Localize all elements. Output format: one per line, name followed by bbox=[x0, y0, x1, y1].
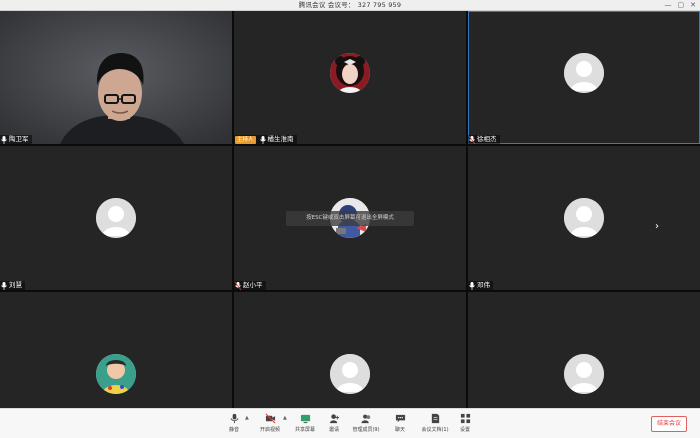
participant-namebar: 主持人 橘生淮南 bbox=[234, 135, 297, 144]
minimize-icon[interactable]: — bbox=[665, 1, 672, 9]
camera-off-icon bbox=[265, 413, 275, 424]
participant-tile[interactable] bbox=[468, 292, 700, 408]
mic-icon bbox=[259, 135, 266, 144]
participant-tile[interactable] bbox=[234, 292, 466, 408]
members-icon bbox=[360, 414, 370, 424]
close-icon[interactable]: ✕ bbox=[690, 1, 696, 9]
document-icon bbox=[431, 413, 439, 424]
mic-icon bbox=[469, 281, 475, 290]
microphone-icon bbox=[229, 413, 239, 424]
participant-name: 徐相杰 bbox=[477, 135, 497, 143]
participant-namebar: 徐相杰 bbox=[468, 135, 500, 144]
participant-video bbox=[0, 11, 232, 144]
share-screen-icon bbox=[300, 414, 310, 424]
chat-label: 聊天 bbox=[394, 427, 405, 433]
grid-settings-icon bbox=[460, 413, 470, 424]
start-video-label: 开启视频 bbox=[259, 427, 280, 433]
meeting-toolbar: 静音 ▲ 开启视频 ▲ 共享屏幕 邀请 管理成员(9) 聊天 会议文档(1) 设… bbox=[0, 408, 700, 438]
app-title: 腾讯会议 会议号： bbox=[298, 1, 355, 9]
settings-label: 设置 bbox=[459, 427, 470, 433]
participant-tile[interactable]: 主持人 橘生淮南 bbox=[234, 11, 466, 144]
avatar-photo bbox=[96, 354, 136, 394]
participant-name: 橘生淮南 bbox=[267, 135, 294, 143]
avatar-photo bbox=[330, 53, 370, 93]
participant-avatar bbox=[330, 53, 370, 93]
participant-namebar: 刘慧 bbox=[0, 281, 25, 290]
participant-tile[interactable] bbox=[0, 292, 232, 408]
title-bar: 腾讯会议 会议号： 327 795 959 — ▢ ✕ bbox=[0, 0, 700, 11]
mute-label: 静音 bbox=[228, 427, 239, 433]
mic-icon bbox=[1, 281, 7, 290]
participant-tile[interactable]: 陶卫军 bbox=[0, 11, 232, 144]
window-controls: — ▢ ✕ bbox=[665, 1, 697, 9]
mic-icon bbox=[1, 135, 7, 144]
default-avatar-icon bbox=[564, 53, 604, 93]
participant-name: 刘慧 bbox=[9, 281, 22, 289]
default-avatar-icon bbox=[564, 354, 604, 394]
mic-muted-icon bbox=[235, 281, 241, 290]
participant-namebar: 陶卫军 bbox=[0, 135, 32, 144]
participant-avatar bbox=[96, 354, 136, 394]
participant-name: 赵小平 bbox=[243, 281, 263, 289]
default-avatar-icon bbox=[564, 198, 604, 238]
default-avatar-icon bbox=[96, 198, 136, 238]
default-avatar-icon bbox=[330, 354, 370, 394]
participant-tile[interactable]: 刘慧 bbox=[0, 146, 232, 290]
settings-button[interactable]: 设置 bbox=[445, 413, 485, 437]
mic-muted-icon bbox=[469, 135, 475, 144]
participant-namebar: 邓伟 bbox=[468, 281, 493, 290]
invite-user-icon bbox=[329, 414, 339, 424]
chat-button[interactable]: 聊天 bbox=[380, 413, 420, 437]
participant-name: 邓伟 bbox=[477, 281, 490, 289]
participant-tile[interactable]: 邓伟 bbox=[468, 146, 700, 290]
host-badge: 主持人 bbox=[235, 135, 256, 144]
window-title: 腾讯会议 会议号： 327 795 959 bbox=[0, 0, 700, 10]
participant-tile[interactable]: 徐相杰 bbox=[468, 11, 700, 144]
audio-options-caret-icon[interactable]: ▲ bbox=[245, 415, 249, 421]
participant-namebar: 赵小平 bbox=[234, 281, 266, 290]
end-meeting-button[interactable]: 结束会议 bbox=[651, 416, 687, 432]
participant-name: 陶卫军 bbox=[9, 135, 29, 143]
fullscreen-hint-toast: 按ESC键或双击屏幕可退出全屏模式 bbox=[286, 211, 414, 226]
meeting-id: 327 795 959 bbox=[357, 1, 402, 9]
chat-icon bbox=[395, 414, 405, 423]
video-grid: 陶卫军 主持人 橘生淮南 徐相杰 刘慧 赵小平 邓伟 › bbox=[0, 11, 700, 408]
next-page-arrow-icon[interactable]: › bbox=[651, 220, 663, 234]
maximize-icon[interactable]: ▢ bbox=[678, 1, 685, 9]
